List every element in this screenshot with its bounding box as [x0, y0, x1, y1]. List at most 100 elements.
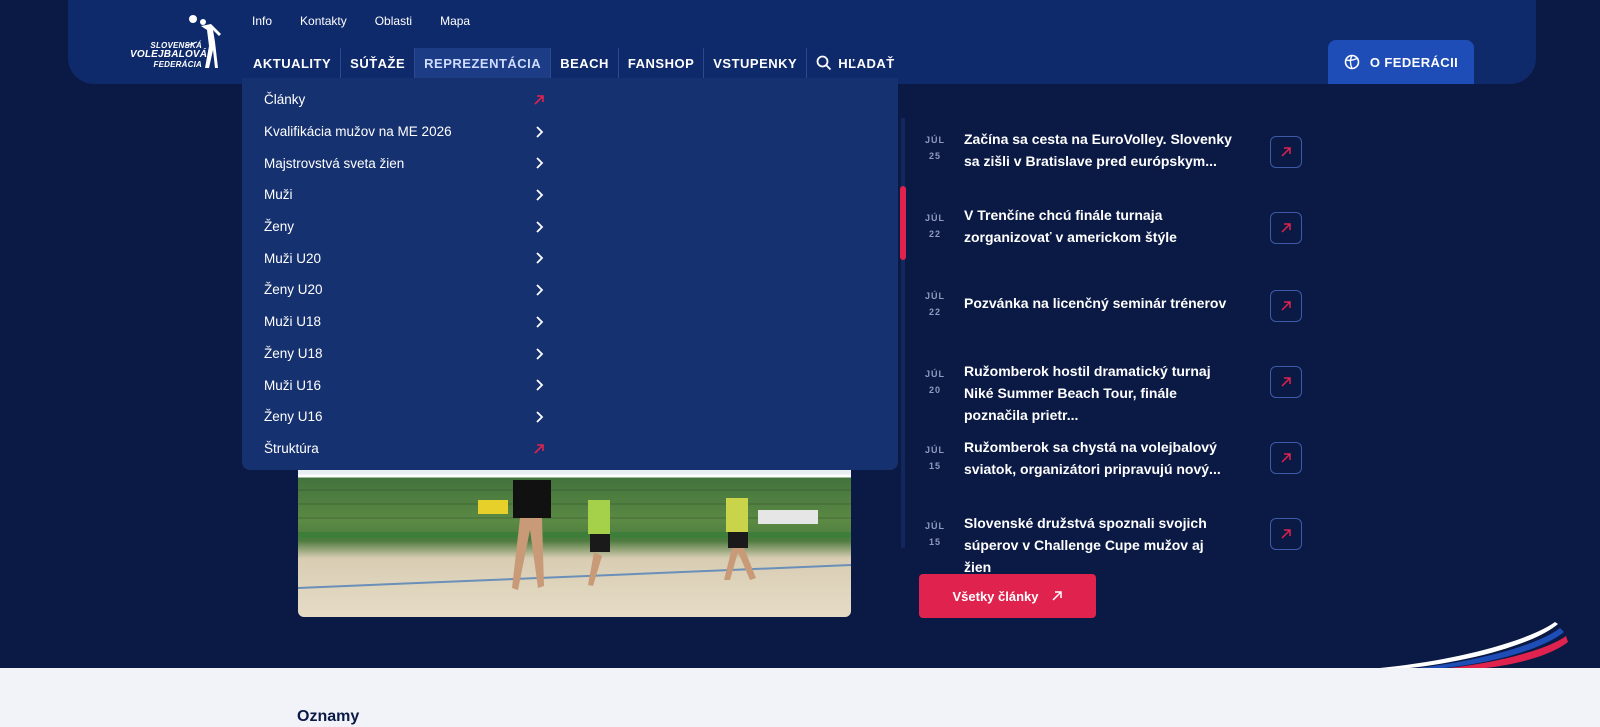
news-open-button[interactable]: [1270, 442, 1302, 474]
dropdown-item-muzi-u18[interactable]: Muži U18: [242, 306, 560, 338]
news-open-button[interactable]: [1270, 136, 1302, 168]
federation-button[interactable]: O FEDERÁCII: [1328, 40, 1474, 84]
dropdown-item-zeny-u20[interactable]: Ženy U20: [242, 274, 560, 306]
dropdown-item-label: Muži U20: [264, 250, 322, 266]
dropdown-item-label: Muži U18: [264, 314, 322, 330]
dropdown-item-label: Ženy U16: [264, 409, 323, 425]
external-arrow-icon: [1051, 591, 1062, 601]
dropdown-item-kvalifikacia[interactable]: Kvalifikácia mužov na ME 2026: [242, 116, 560, 148]
news-day: 20: [928, 385, 941, 395]
flag-stripes-decoration: [1380, 622, 1568, 670]
news-month: JÚL: [924, 369, 945, 379]
news-month: JÚL: [924, 291, 945, 301]
news-title[interactable]: V Trenčíne chcú finále turnaja zorganizo…: [964, 204, 1234, 248]
chevron-right-icon: [536, 157, 544, 170]
chevron-right-icon: [536, 189, 544, 201]
news-title[interactable]: Slovenské družstvá spoznali svojich súpe…: [964, 512, 1234, 578]
nav-vstupenky[interactable]: VSTUPENKY: [704, 48, 808, 78]
news-date: JÚL 22: [922, 210, 948, 242]
news-month: JÚL: [924, 135, 945, 145]
news-item[interactable]: JÚL 20 Ružomberok hostil dramatický turn…: [900, 346, 1320, 423]
dropdown-item-muzi-u20[interactable]: Muži U20: [242, 242, 560, 274]
chevron-right-icon: [536, 379, 544, 391]
all-articles-label: Všetky články: [952, 588, 1039, 604]
dropdown-item-label: Ženy U20: [264, 282, 323, 298]
chevron-right-icon: [536, 221, 544, 233]
dropdown-item-zeny-u16[interactable]: Ženy U16: [242, 401, 560, 433]
top-links: Info Kontakty Oblasti Mapa: [252, 14, 470, 28]
external-arrow-icon: [1281, 301, 1291, 311]
chevron-right-icon: [536, 347, 544, 360]
news-scroll-track[interactable]: [901, 118, 905, 548]
news-month: JÚL: [924, 213, 945, 223]
announcements-title: Oznamy: [297, 708, 360, 725]
top-link-info[interactable]: Info: [252, 14, 272, 28]
news-date: JÚL 25: [922, 132, 948, 164]
nav-fanshop[interactable]: FANSHOP: [619, 48, 705, 78]
news-open-button[interactable]: [1270, 212, 1302, 244]
search-icon: [816, 55, 832, 71]
article-photo[interactable]: [298, 470, 851, 617]
top-link-mapa[interactable]: Mapa: [440, 14, 470, 28]
dropdown-item-muzi-u16[interactable]: Muži U16: [242, 369, 560, 401]
dropdown-item-clanky[interactable]: Články: [242, 84, 560, 116]
news-item[interactable]: JÚL 22 V Trenčíne chcú finále turnaja zo…: [900, 194, 1320, 254]
federation-button-label: O FEDERÁCII: [1369, 54, 1459, 70]
top-link-oblasti[interactable]: Oblasti: [375, 14, 412, 28]
news-date: JÚL 15: [922, 518, 948, 550]
news-day: 15: [928, 461, 941, 471]
dropdown-item-zeny-u18[interactable]: Ženy U18: [242, 338, 560, 370]
chevron-right-icon: [536, 126, 544, 138]
dropdown-item-struktura[interactable]: Štruktúra: [242, 433, 560, 465]
news-day: 22: [928, 229, 941, 239]
nav-beach[interactable]: BEACH: [551, 48, 619, 78]
nav-sutaze[interactable]: SÚŤAŽE: [341, 48, 416, 78]
news-day: 22: [928, 307, 941, 317]
chevron-right-icon: [536, 316, 544, 328]
news-date: JÚL 15: [922, 442, 948, 474]
news-day: 25: [928, 151, 941, 161]
external-arrow-icon: [534, 443, 544, 454]
dropdown-item-label: Majstrovstvá sveta žien: [264, 155, 405, 171]
news-open-button[interactable]: [1270, 366, 1302, 398]
news-title[interactable]: Ružomberok sa chystá na volejbalový svia…: [964, 436, 1234, 480]
news-day: 15: [928, 537, 941, 547]
beach-volleyball-photo: [298, 470, 851, 590]
top-link-kontakty[interactable]: Kontakty: [300, 14, 347, 28]
all-articles-button[interactable]: Všetky články: [919, 574, 1096, 618]
dropdown-item-label: Ženy U18: [264, 345, 323, 361]
chevron-right-icon: [536, 252, 544, 265]
news-title[interactable]: Ružomberok hostil dramatický turnaj Niké…: [964, 360, 1234, 426]
dropdown-item-label: Muži: [264, 187, 293, 203]
dropdown-item-muzi[interactable]: Muži: [242, 179, 560, 211]
news-item[interactable]: JÚL 15 Ružomberok sa chystá na volejbalo…: [900, 422, 1320, 482]
main-nav: AKTUALITY SÚŤAŽE REPREZENTÁCIA BEACH FAN…: [244, 48, 904, 78]
nav-search-label: HĽADAŤ: [838, 55, 895, 71]
news-date: JÚL 20: [922, 366, 948, 398]
external-arrow-icon: [1281, 529, 1291, 539]
nav-reprezentacia[interactable]: REPREZENTÁCIA: [415, 48, 552, 78]
reprezentacia-dropdown: Články Kvalifikácia mužov na ME 2026 Maj…: [242, 78, 898, 470]
news-item[interactable]: JÚL 22 Pozvánka na licenčný seminár trén…: [900, 270, 1320, 330]
news-item[interactable]: JÚL 25 Začína sa cesta na EuroVolley. Sl…: [900, 118, 1320, 178]
external-arrow-icon: [1281, 453, 1291, 463]
news-date: JÚL 22: [922, 288, 948, 320]
news-month: JÚL: [924, 445, 945, 455]
announcements-section: Oznamy: [0, 668, 1600, 727]
news-open-button[interactable]: [1270, 518, 1302, 550]
volleyball-player-logo-icon[interactable]: [185, 12, 225, 70]
news-open-button[interactable]: [1270, 290, 1302, 322]
dropdown-item-zeny[interactable]: Ženy: [242, 211, 560, 243]
news-title[interactable]: Začína sa cesta na EuroVolley. Slovenky …: [964, 128, 1234, 172]
dropdown-item-label: Štruktúra: [264, 440, 319, 456]
external-arrow-icon: [534, 95, 544, 105]
news-item[interactable]: JÚL 15 Slovenské družstvá spoznali svoji…: [900, 498, 1320, 575]
nav-aktuality[interactable]: AKTUALITY: [244, 48, 342, 78]
volleyball-icon: [1344, 54, 1360, 70]
external-arrow-icon: [1281, 147, 1291, 157]
news-title[interactable]: Pozvánka na licenčný seminár trénerov: [964, 292, 1234, 314]
news-month: JÚL: [924, 521, 945, 531]
dropdown-item-ms-zien[interactable]: Majstrovstvá sveta žien: [242, 147, 560, 179]
external-arrow-icon: [1281, 223, 1291, 233]
nav-search[interactable]: HĽADAŤ: [807, 48, 903, 78]
